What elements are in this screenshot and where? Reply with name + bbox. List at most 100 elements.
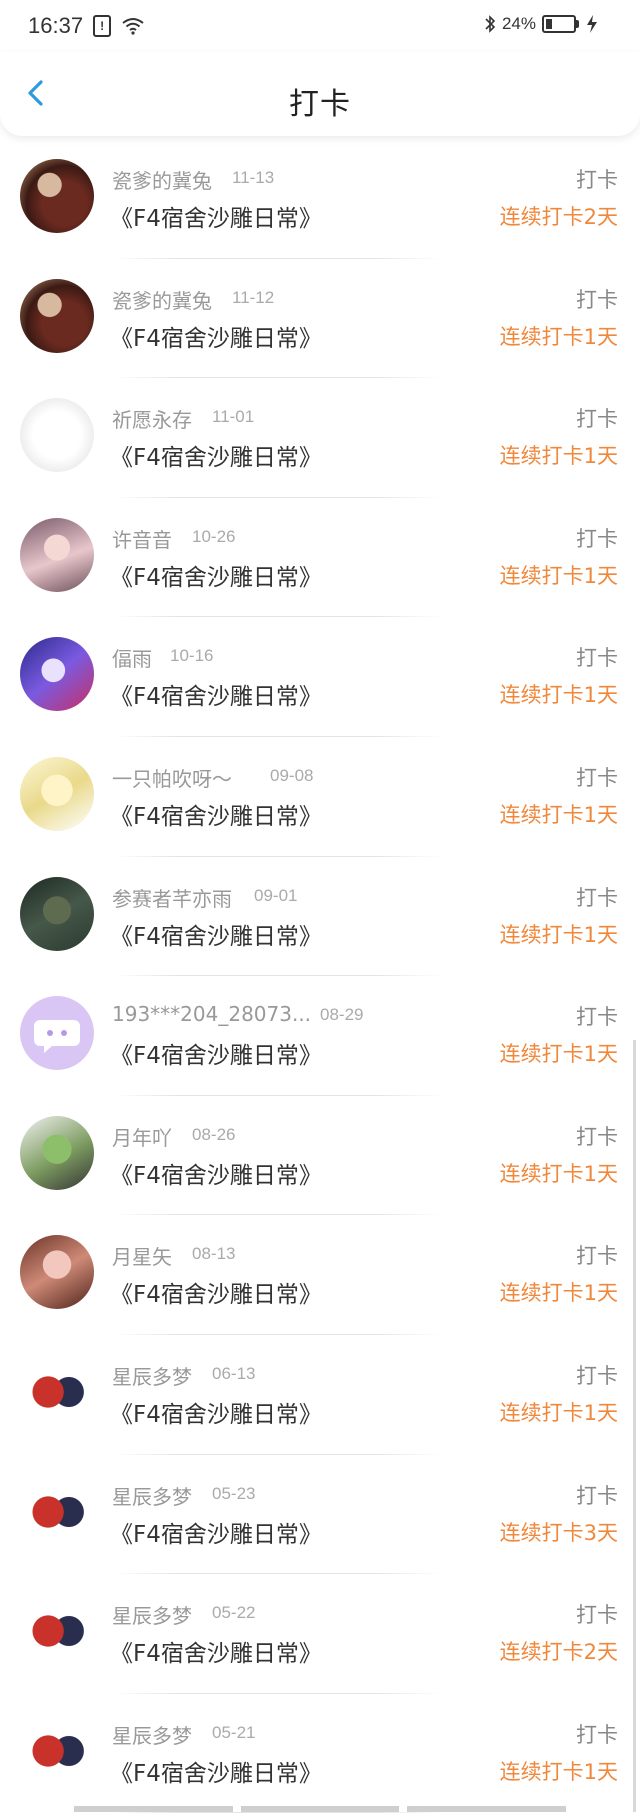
username: 瓷爹的冀兔 xyxy=(112,169,212,193)
book-title: 《F4宿舍沙雕日常》 xyxy=(110,564,322,591)
checkin-date: 05-22 xyxy=(212,1603,256,1623)
checkin-label: 打卡 xyxy=(576,1244,618,1269)
avatar[interactable] xyxy=(20,398,94,473)
checkin-label: 打卡 xyxy=(576,765,618,790)
checkin-label: 打卡 xyxy=(576,1124,618,1149)
username: 月年吖 xyxy=(112,1125,172,1150)
scrollbar[interactable] xyxy=(633,1040,636,1812)
alert-box-icon: ! xyxy=(93,15,112,37)
checkin-date: 09-01 xyxy=(254,885,298,905)
streak-label: 连续打卡1天 xyxy=(499,683,618,708)
streak-label: 连续打卡1天 xyxy=(499,922,618,947)
username: 星辰多梦 xyxy=(112,1484,192,1509)
avatar[interactable] xyxy=(20,1713,94,1788)
checkin-date: 05-21 xyxy=(212,1722,256,1742)
avatar[interactable] xyxy=(20,876,94,951)
wifi-icon xyxy=(122,18,144,35)
username: 偪雨 xyxy=(112,647,152,672)
book-title: 《F4宿舍沙雕日常》 xyxy=(110,206,322,232)
list-item[interactable]: 一只帕吹呀～ 09-08 《F4宿舍沙雕日常》 打卡 连续打卡1天 xyxy=(0,737,640,857)
book-title: 《F4宿舍沙雕日常》 xyxy=(110,1282,322,1309)
checkin-date: 10-16 xyxy=(170,646,214,666)
book-title: 《F4宿舍沙雕日常》 xyxy=(110,325,322,352)
username: 星辰多梦 xyxy=(112,1364,192,1389)
avatar[interactable] xyxy=(20,517,94,592)
avatar[interactable] xyxy=(20,756,94,831)
checkin-label: 打卡 xyxy=(576,1005,618,1030)
avatar[interactable] xyxy=(20,1474,94,1549)
checkin-label: 打卡 xyxy=(576,1363,618,1388)
checkin-list: 瓷爹的冀兔 11-13 《F4宿舍沙雕日常》 打卡 连续打卡2天 瓷爹的冀兔 11-12 《F… xyxy=(0,139,640,1813)
checkin-date: 11-13 xyxy=(232,168,275,187)
book-title: 《F4宿舍沙雕日常》 xyxy=(110,445,322,472)
checkin-date: 11-01 xyxy=(212,407,255,427)
status-time: 16:37 xyxy=(28,13,84,38)
username: 瓷爹的冀兔 xyxy=(112,288,212,313)
streak-label: 连续打卡1天 xyxy=(499,563,618,588)
list-item[interactable]: 193***204_28073... 08-29 《F4宿舍沙雕日常》 打卡 连续打卡1… xyxy=(0,976,640,1096)
avatar[interactable] xyxy=(20,1594,94,1669)
checkin-label: 打卡 xyxy=(576,526,618,551)
list-item[interactable]: 瓷爹的冀兔 11-12 《F4宿舍沙雕日常》 打卡 连续打卡1天 xyxy=(0,259,640,379)
streak-label: 连续打卡2天 xyxy=(499,205,618,229)
checkin-label: 打卡 xyxy=(576,1483,618,1508)
book-title: 《F4宿舍沙雕日常》 xyxy=(110,1641,322,1668)
checkin-label: 打卡 xyxy=(576,1722,618,1747)
checkin-label: 打卡 xyxy=(576,287,618,312)
status-bar: 16:37 ! 24% xyxy=(0,0,640,52)
checkin-date: 06-13 xyxy=(212,1363,256,1383)
book-title: 《F4宿舍沙雕日常》 xyxy=(110,1521,322,1548)
streak-label: 连续打卡1天 xyxy=(499,444,618,469)
avatar[interactable] xyxy=(20,1115,94,1190)
list-item[interactable]: 偪雨 10-16 《F4宿舍沙雕日常》 打卡连续打卡1天 xyxy=(0,617,640,737)
book-title: 《F4宿舍沙雕日常》 xyxy=(110,1401,322,1428)
book-title: 《F4宿舍沙雕日常》 xyxy=(110,1043,322,1070)
bottom-fade-bars xyxy=(74,1806,567,1812)
avatar[interactable] xyxy=(20,278,94,353)
streak-label: 连续打卡1天 xyxy=(499,324,618,349)
avatar[interactable] xyxy=(20,159,94,233)
streak-label: 连续打卡1天 xyxy=(499,1281,618,1306)
checkin-label: 打卡 xyxy=(576,1603,618,1628)
list-item[interactable]: 星辰多梦 06-13 《F4宿舍沙雕日常》 打卡连续打卡1天 xyxy=(0,1335,640,1455)
list-item[interactable]: 瓷爹的冀兔 11-13 《F4宿舍沙雕日常》 打卡连续打卡2天 xyxy=(0,139,640,259)
username: 月星矢 xyxy=(112,1245,172,1270)
streak-label: 连续打卡1天 xyxy=(499,1161,618,1186)
username: 参赛者芊亦雨 xyxy=(112,886,232,911)
book-title: 《F4宿舍沙雕日常》 xyxy=(110,1760,322,1787)
checkin-date: 08-13 xyxy=(192,1244,236,1264)
username: 星辰多梦 xyxy=(112,1604,192,1629)
list-item[interactable]: 星辰多梦 05-22 《F4宿舍沙雕日常》 打卡连续打卡2天 xyxy=(0,1574,640,1694)
streak-label: 连续打卡2天 xyxy=(499,1640,618,1665)
battery-icon xyxy=(542,15,579,33)
username: 祈愿永存 xyxy=(112,408,192,433)
streak-label: 连续打卡1天 xyxy=(499,1400,618,1425)
avatar[interactable] xyxy=(20,996,94,1071)
checkin-label: 打卡 xyxy=(576,168,618,192)
bluetooth-icon xyxy=(485,15,496,33)
username: 193***204_28073... xyxy=(112,1002,312,1027)
avatar[interactable] xyxy=(20,637,94,712)
book-title: 《F4宿舍沙雕日常》 xyxy=(110,1162,322,1189)
list-item[interactable]: 月年吖 08-26 《F4宿舍沙雕日常》 打卡连续打卡1天 xyxy=(0,1096,640,1216)
list-item[interactable]: 参赛者芊亦雨 09-01 《F4宿舍沙雕日常》 打卡 连续打卡1天 xyxy=(0,857,640,977)
list-item[interactable]: 月星矢 08-13 《F4宿舍沙雕日常》 打卡连续打卡1天 xyxy=(0,1215,640,1335)
checkin-date: 09-08 xyxy=(270,765,314,785)
username: 一只帕吹呀～ xyxy=(112,766,232,791)
page-title: 打卡 xyxy=(289,87,351,122)
list-item[interactable]: 许音音 10-26 《F4宿舍沙雕日常》 打卡 连续打卡1天 xyxy=(0,498,640,618)
checkin-date: 05-23 xyxy=(212,1483,256,1503)
streak-label: 连续打卡1天 xyxy=(499,1042,618,1067)
book-title: 《F4宿舍沙雕日常》 xyxy=(110,684,322,711)
list-item[interactable]: 星辰多梦 05-23 《F4宿舍沙雕日常》 打卡 连续打卡3天 xyxy=(0,1455,640,1575)
list-item[interactable]: 祈愿永存 11-01 《F4宿舍沙雕日常》 打卡连续打卡1天 xyxy=(0,378,640,498)
checkin-date: 08-26 xyxy=(192,1124,236,1144)
streak-label: 连续打卡1天 xyxy=(499,1759,618,1784)
checkin-label: 打卡 xyxy=(576,407,618,432)
avatar[interactable] xyxy=(20,1235,94,1310)
checkin-label: 打卡 xyxy=(576,885,618,910)
checkin-label: 打卡 xyxy=(576,646,618,671)
avatar[interactable] xyxy=(20,1354,94,1429)
list-item[interactable]: 星辰多梦 05-21 《F4宿舍沙雕日常》 打卡 连续打卡1天 xyxy=(0,1694,640,1813)
page-header: 打卡 xyxy=(0,52,640,136)
